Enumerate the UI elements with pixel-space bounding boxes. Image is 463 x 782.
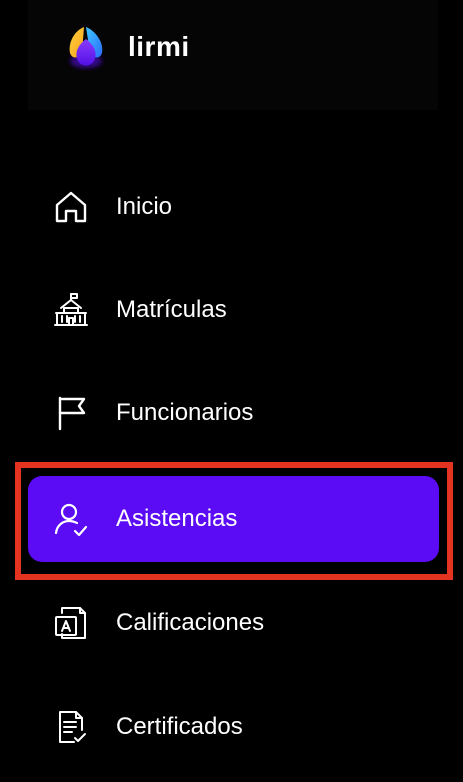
home-icon [52, 188, 90, 226]
sidebar-item-label: Matrículas [116, 296, 227, 323]
sidebar-item-label: Inicio [116, 193, 173, 220]
sidebar-nav: Inicio Matrículas Funcionarios Asistenci… [0, 0, 463, 782]
school-building-icon [52, 291, 90, 329]
sidebar-item-inicio[interactable]: Inicio [28, 164, 439, 250]
sidebar: lirmi Inicio Matrículas Funcionarios Asi… [0, 0, 463, 782]
sidebar-item-matriculas[interactable]: Matrículas [28, 267, 439, 353]
grade-document-icon [52, 604, 90, 642]
certificate-document-icon [52, 708, 90, 746]
sidebar-item-label: Certificados [116, 713, 243, 740]
sidebar-item-label: Calificaciones [116, 609, 265, 636]
sidebar-item-calificaciones[interactable]: Calificaciones [28, 580, 439, 666]
user-check-icon [52, 500, 90, 538]
sidebar-item-funcionarios[interactable]: Funcionarios [28, 370, 439, 456]
sidebar-item-certificados[interactable]: Certificados [28, 684, 439, 770]
sidebar-item-asistencias[interactable]: Asistencias [28, 476, 439, 562]
sidebar-item-label: Funcionarios [116, 399, 254, 426]
flag-icon [52, 394, 90, 432]
sidebar-item-label: Asistencias [116, 505, 238, 532]
